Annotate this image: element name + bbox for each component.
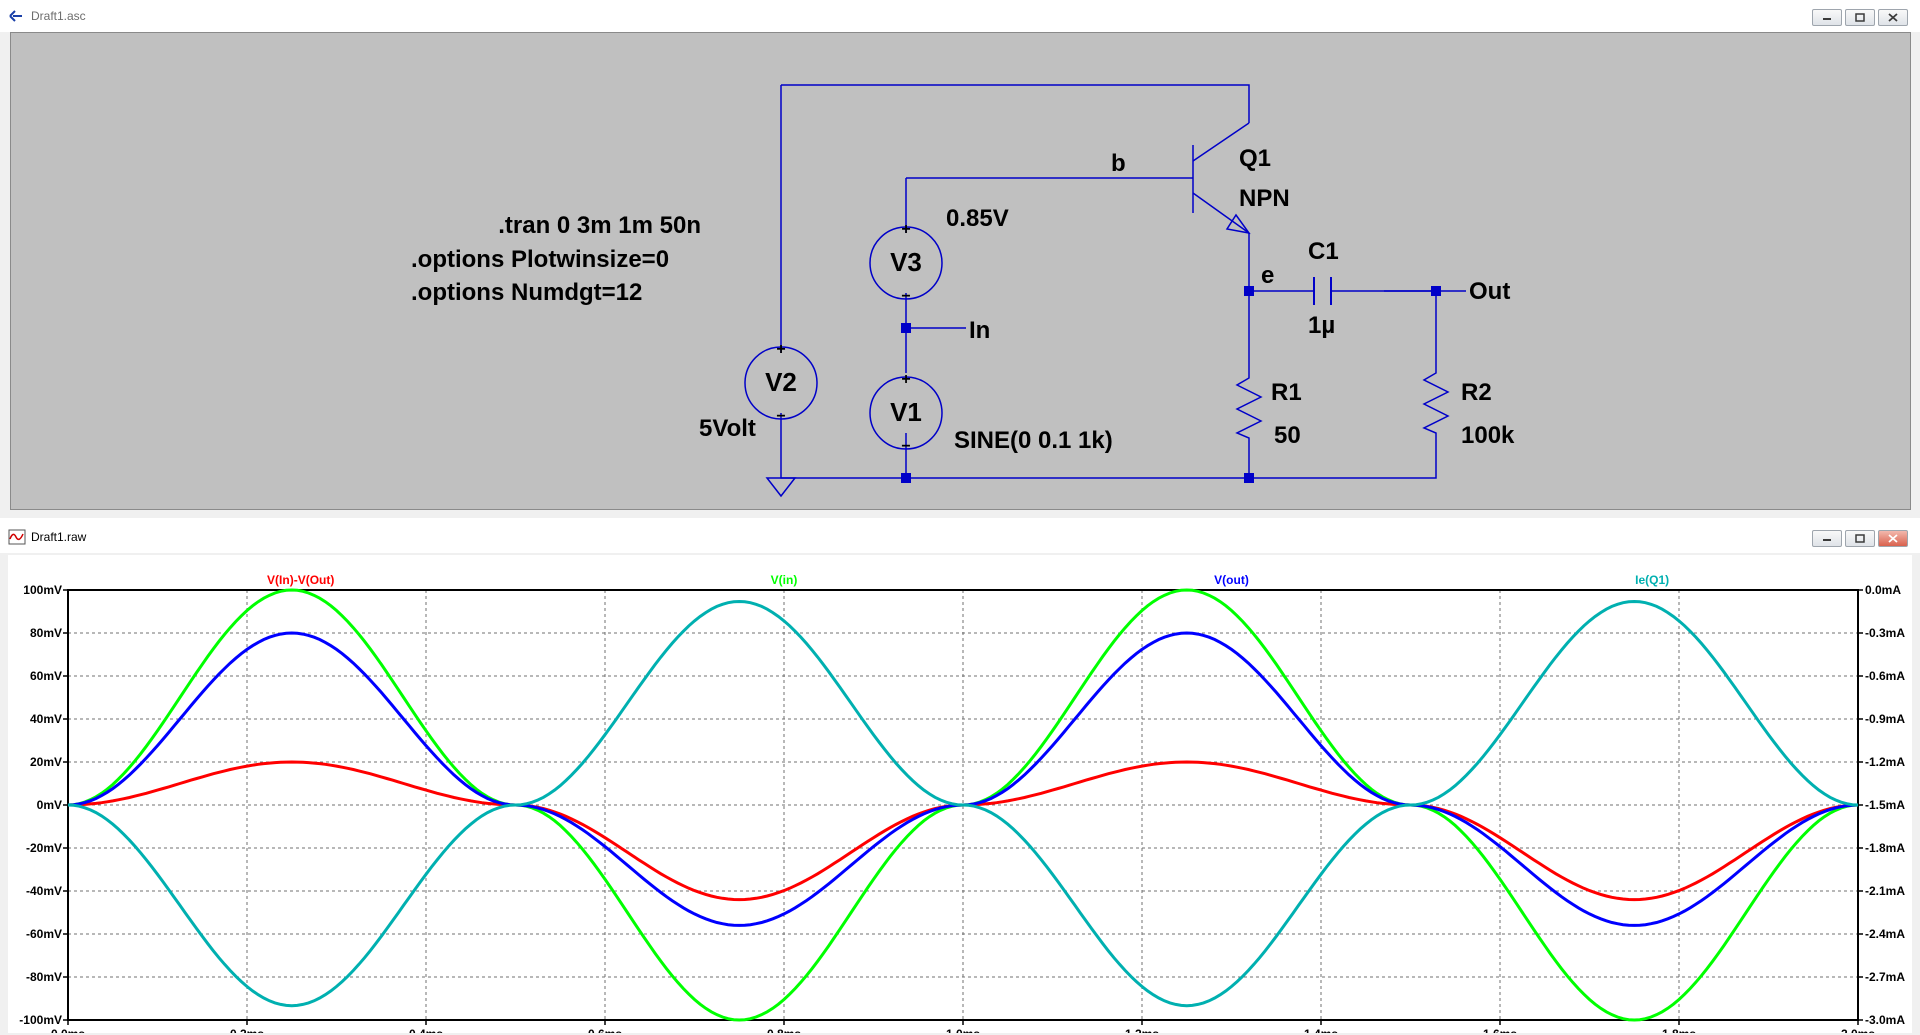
resistor-r1[interactable] bbox=[1235, 373, 1263, 443]
y-left-tick-label: 80mV bbox=[30, 626, 62, 640]
wires bbox=[780, 84, 1466, 479]
x-tick-label: 0.0ms bbox=[51, 1027, 85, 1033]
waveform-titlebar: Draft1.raw bbox=[0, 521, 1920, 553]
waveform-window: Draft1.raw 0.0ms 0.2ms 0.4ms 0.6ms 0.8ms 1.0m… bbox=[0, 521, 1920, 1035]
x-tick-label: 0.4ms bbox=[409, 1027, 443, 1033]
close-icon bbox=[1888, 534, 1898, 543]
restore-icon bbox=[1855, 534, 1865, 543]
c1-value[interactable]: 1µ bbox=[1308, 312, 1335, 339]
v3-plus: + bbox=[901, 221, 910, 238]
y-left-tick-label: -100mV bbox=[19, 1013, 62, 1027]
y-left-tick-label: 100mV bbox=[23, 583, 62, 597]
x-tick-label: 0.8ms bbox=[767, 1027, 801, 1033]
y-right-tick-label: -0.3mA bbox=[1865, 626, 1905, 640]
schematic-app-icon bbox=[9, 10, 22, 22]
source-v1[interactable]: + − V1 bbox=[869, 371, 943, 455]
waveform-chart: 0.0ms 0.2ms 0.4ms 0.6ms 0.8ms 1.0ms 1.2ms 1.4ms… bbox=[19, 573, 1905, 1033]
r2-value[interactable]: 100k bbox=[1461, 422, 1515, 449]
source-v2[interactable]: + − V2 bbox=[744, 341, 818, 425]
v2-minus: − bbox=[776, 408, 785, 425]
ground-symbol bbox=[765, 477, 797, 498]
v1-minus: − bbox=[901, 438, 910, 455]
v3-value[interactable]: 0.85V bbox=[946, 205, 1009, 232]
x-tick-label: 1.8ms bbox=[1662, 1027, 1696, 1033]
q1-name[interactable]: Q1 bbox=[1239, 145, 1271, 172]
x-tick-label: 0.2ms bbox=[230, 1027, 264, 1033]
y-left-tick-label: 0mV bbox=[37, 798, 62, 812]
wire-v2 bbox=[780, 85, 1437, 479]
waveform-minimize-button[interactable] bbox=[1812, 530, 1842, 547]
y-right-tick-label: -0.9mA bbox=[1865, 712, 1905, 726]
directive-plotwinsize[interactable]: .options Plotwinsize=0 bbox=[411, 246, 669, 273]
net-label-in[interactable]: In bbox=[969, 317, 990, 344]
y-right-tick-label: -0.6mA bbox=[1865, 669, 1905, 683]
x-tick-label: 1.4ms bbox=[1304, 1027, 1338, 1033]
y-right-tick-label: 0.0mA bbox=[1865, 583, 1901, 597]
c1-name[interactable]: C1 bbox=[1308, 238, 1339, 265]
v1-plus: + bbox=[901, 371, 910, 388]
y-right-tick-label: -2.1mA bbox=[1865, 884, 1905, 898]
restore-button[interactable] bbox=[1845, 9, 1875, 26]
trace-label-1: V(in) bbox=[771, 573, 798, 587]
schematic-drawing: + − V2 + − V3 + − V1 .tran 0 3m 1m 50n .… bbox=[411, 84, 1515, 498]
q1-model[interactable]: NPN bbox=[1239, 185, 1290, 212]
trace-label-2: V(out) bbox=[1214, 573, 1249, 587]
directive-tran[interactable]: .tran 0 3m 1m 50n bbox=[498, 212, 701, 239]
close-icon bbox=[1888, 13, 1898, 22]
resistor-r2[interactable] bbox=[1422, 363, 1450, 438]
r2-name[interactable]: R2 bbox=[1461, 379, 1492, 406]
minimize-button[interactable] bbox=[1812, 9, 1842, 26]
transistor-q1[interactable] bbox=[1192, 122, 1251, 235]
y-left-tick-label: -80mV bbox=[26, 970, 62, 984]
v1-label: V1 bbox=[890, 397, 922, 427]
r1-name[interactable]: R1 bbox=[1271, 379, 1302, 406]
r1-value[interactable]: 50 bbox=[1274, 422, 1301, 449]
y-right-tick-label: -3.0mA bbox=[1865, 1013, 1905, 1027]
v2-plus: + bbox=[776, 341, 785, 358]
x-tick-label: 1.2ms bbox=[1125, 1027, 1159, 1033]
net-label-out[interactable]: Out bbox=[1469, 278, 1510, 305]
schematic-title: Draft1.asc bbox=[31, 9, 86, 23]
x-tick-label: 1.6ms bbox=[1483, 1027, 1517, 1033]
wire-collector bbox=[781, 84, 1250, 123]
restore-icon bbox=[1855, 13, 1865, 22]
x-tick-label: 0.6ms bbox=[588, 1027, 622, 1033]
net-label-e[interactable]: e bbox=[1261, 262, 1274, 289]
v2-label: V2 bbox=[765, 367, 797, 397]
v1-value[interactable]: SINE(0 0.1 1k) bbox=[954, 427, 1113, 454]
close-button[interactable] bbox=[1878, 9, 1908, 26]
schematic-titlebar: Draft1.asc bbox=[0, 0, 1920, 32]
y-right-tick-label: -1.2mA bbox=[1865, 755, 1905, 769]
y-left-tick-label: 40mV bbox=[30, 712, 62, 726]
schematic-canvas[interactable]: + − V2 + − V3 + − V1 .tran 0 3m 1m 50n .… bbox=[10, 32, 1911, 510]
waveform-plot-area[interactable]: 0.0ms 0.2ms 0.4ms 0.6ms 0.8ms 1.0ms 1.2ms 1.4ms… bbox=[8, 555, 1912, 1033]
y-left-tick-label: 60mV bbox=[30, 669, 62, 683]
y-left-tick-label: -40mV bbox=[26, 884, 62, 898]
schematic-window: Draft1.asc + − V2 + − V3 + − V1 .tran 0 … bbox=[0, 0, 1920, 518]
y-left-tick-label: 20mV bbox=[30, 755, 62, 769]
minimize-icon bbox=[1823, 539, 1831, 541]
v3-minus: − bbox=[901, 288, 910, 305]
y-right-tick-label: -1.8mA bbox=[1865, 841, 1905, 855]
waveform-restore-button[interactable] bbox=[1845, 530, 1875, 547]
source-v3[interactable]: + − V3 bbox=[869, 221, 943, 305]
y-left-tick-label: -20mV bbox=[26, 841, 62, 855]
trace-label-3: Ie(Q1) bbox=[1635, 573, 1669, 587]
v2-value[interactable]: 5Volt bbox=[699, 415, 756, 442]
waveform-close-button[interactable] bbox=[1878, 530, 1908, 547]
y-right-tick-label: -2.7mA bbox=[1865, 970, 1905, 984]
y-left-tick-label: -60mV bbox=[26, 927, 62, 941]
capacitor-c1[interactable] bbox=[1313, 277, 1332, 305]
x-tick-label: 2.0ms bbox=[1841, 1027, 1875, 1033]
y-right-tick-label: -1.5mA bbox=[1865, 798, 1905, 812]
waveform-app-icon bbox=[8, 529, 26, 545]
v3-label: V3 bbox=[890, 247, 922, 277]
trace-label-0: V(In)-V(Out) bbox=[267, 573, 334, 587]
waveform-title: Draft1.raw bbox=[31, 530, 87, 544]
y-right-tick-label: -2.4mA bbox=[1865, 927, 1905, 941]
directive-numdgt[interactable]: .options Numdgt=12 bbox=[411, 279, 642, 306]
minimize-icon bbox=[1823, 18, 1831, 20]
net-label-b[interactable]: b bbox=[1111, 150, 1126, 177]
x-tick-label: 1.0ms bbox=[946, 1027, 980, 1033]
